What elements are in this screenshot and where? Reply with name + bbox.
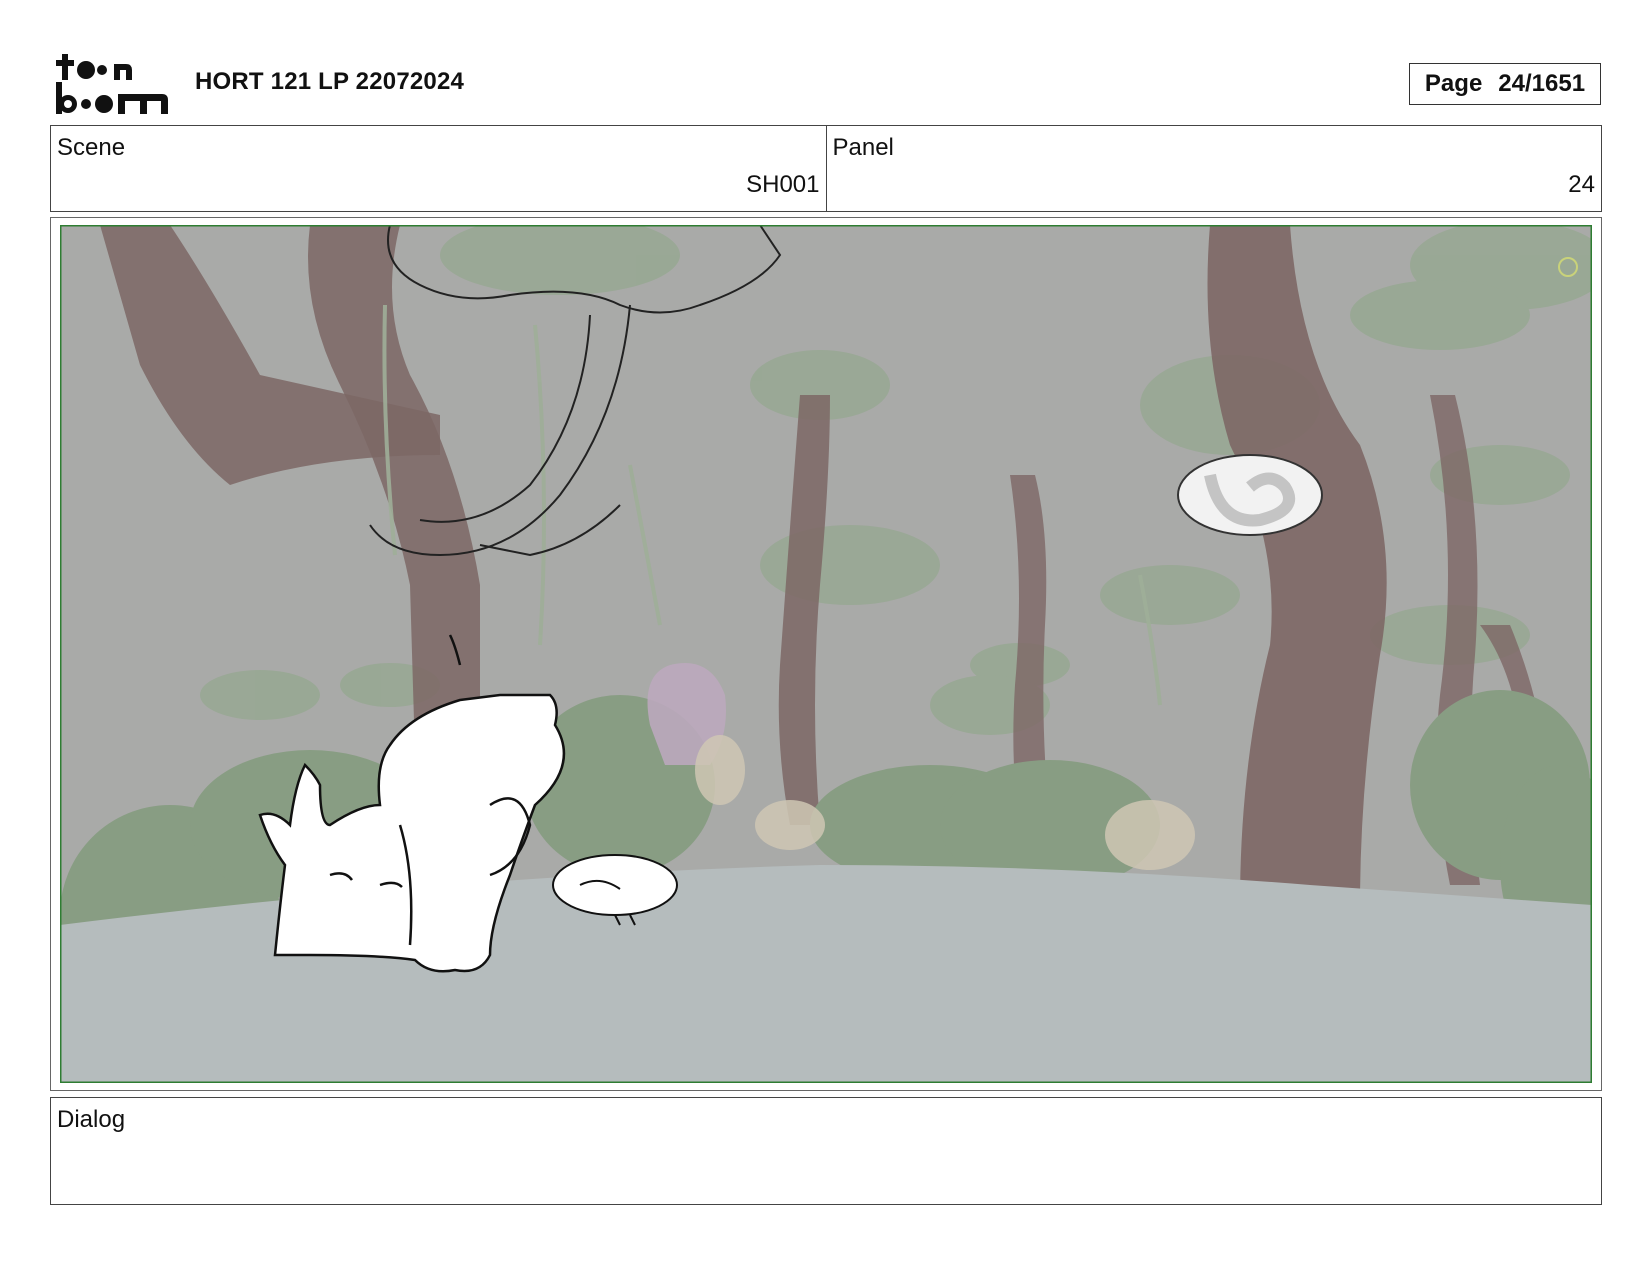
dialog-box: Dialog bbox=[50, 1097, 1602, 1205]
page-number: 24/1651 bbox=[1498, 70, 1586, 97]
page-label: Page bbox=[1424, 70, 1483, 97]
scene-cell: Scene SH001 bbox=[51, 126, 826, 211]
scene-label: Scene bbox=[57, 134, 126, 161]
panel-artwork bbox=[60, 225, 1592, 1083]
storyboard-panel bbox=[50, 217, 1602, 1091]
project-title: HORT 121 LP 22072024 bbox=[195, 68, 465, 95]
panel-value: 24 bbox=[1568, 171, 1595, 198]
scene-value: SH001 bbox=[746, 171, 820, 198]
panel-label: Panel bbox=[832, 134, 894, 161]
page-indicator: Page 24/1651 bbox=[1409, 63, 1601, 105]
panel-cell: Panel 24 bbox=[825, 126, 1602, 211]
toon-boom-logo bbox=[56, 54, 168, 114]
scene-panel-row: Scene SH001 Panel 24 bbox=[50, 125, 1602, 212]
swirl-sign bbox=[1177, 454, 1323, 536]
dialog-label: Dialog bbox=[57, 1106, 126, 1133]
